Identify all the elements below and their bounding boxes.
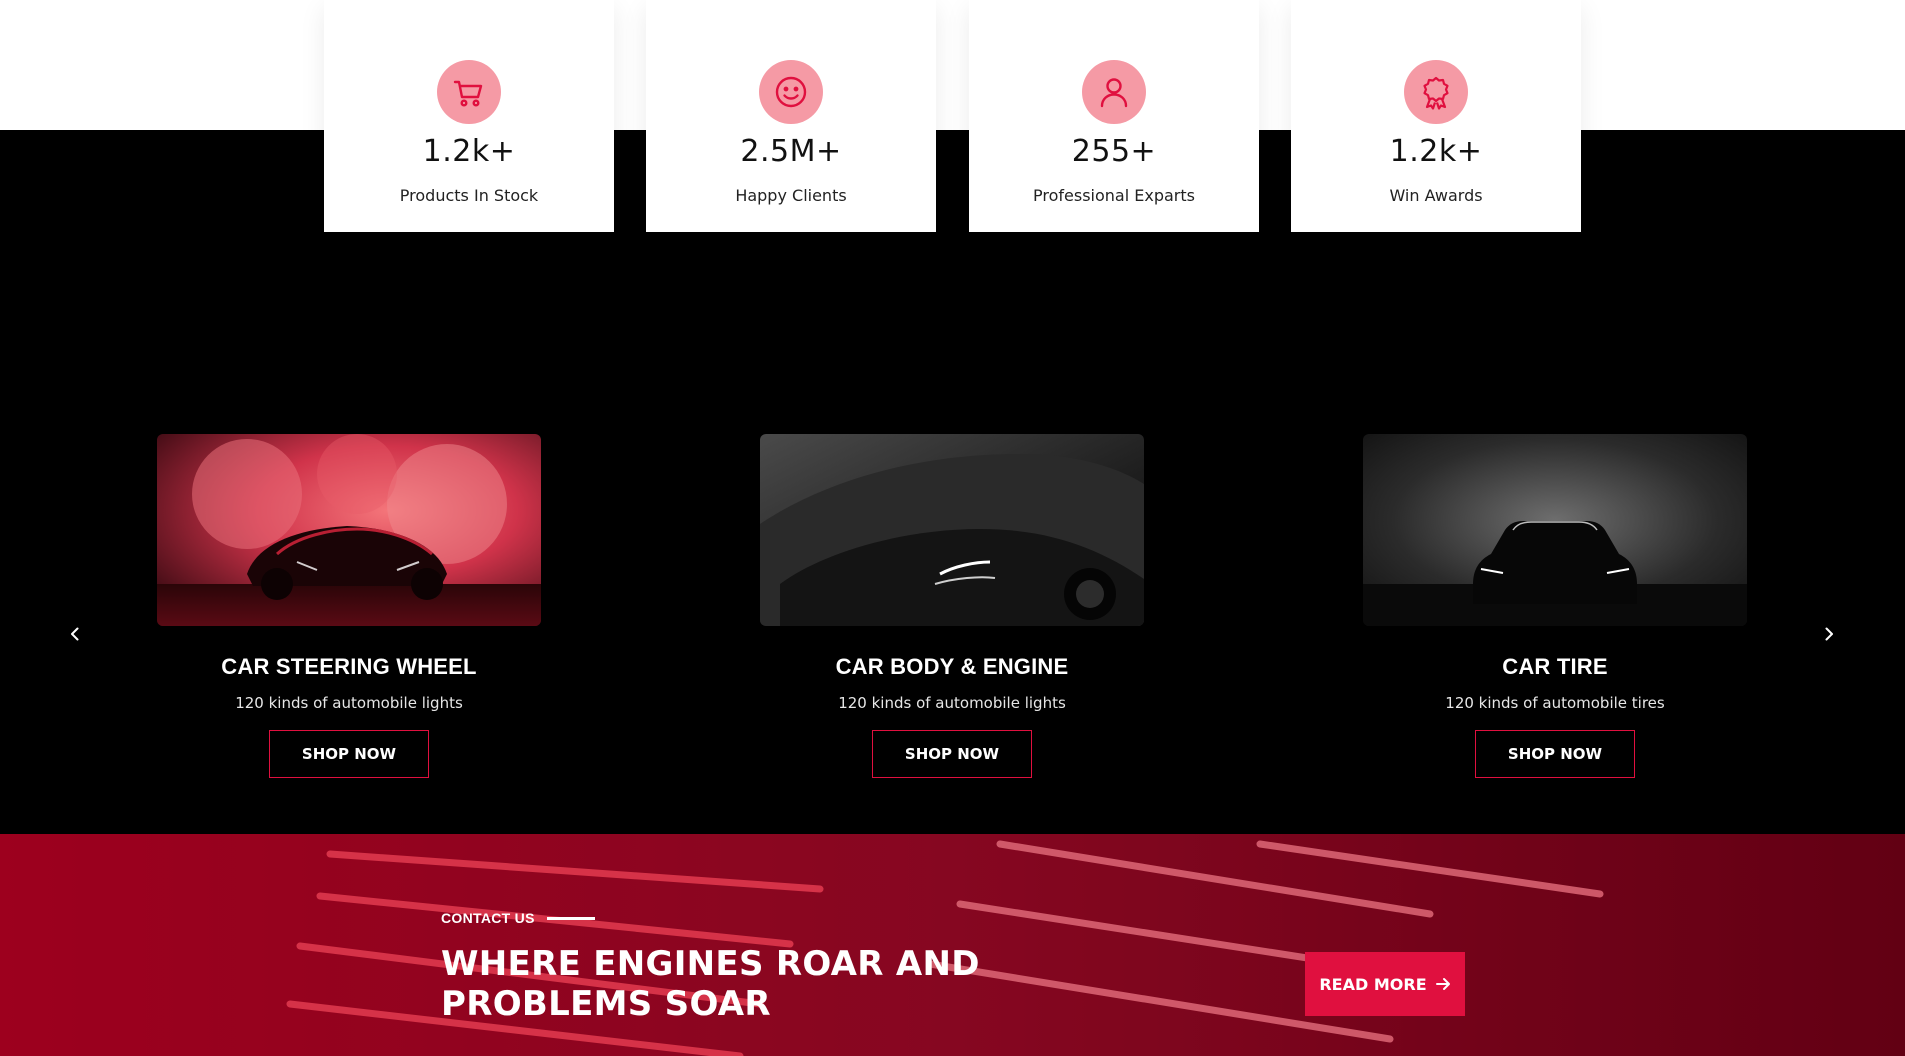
product-subtitle: 120 kinds of automobile lights <box>235 694 463 712</box>
read-more-label: READ MORE <box>1319 974 1427 994</box>
product-title: CAR STEERING WHEEL <box>221 654 477 679</box>
banner-title: WHERE ENGINES ROAR AND PROBLEMS SOAR <box>441 944 1001 1024</box>
product-title: CAR TIRE <box>1502 654 1608 679</box>
contact-kicker: CONTACT US <box>441 910 595 926</box>
banner-title-line-1: WHERE ENGINES ROAR AND <box>441 944 980 984</box>
product-subtitle: 120 kinds of automobile lights <box>838 694 1066 712</box>
stat-value: 255+ <box>1071 134 1157 169</box>
product-card: CAR BODY & ENGINE 120 kinds of automobil… <box>760 434 1144 778</box>
product-image-car-silhouette[interactable] <box>1363 434 1747 626</box>
shop-now-button[interactable]: SHOP NOW <box>269 730 429 778</box>
kicker-divider <box>546 916 595 920</box>
arrow-right-icon <box>1435 978 1450 990</box>
read-more-button[interactable]: READ MORE <box>1305 952 1465 1016</box>
stat-label: Happy Clients <box>735 186 847 205</box>
user-icon <box>1082 60 1146 124</box>
stat-card-products: 1.2k+ Products In Stock <box>324 0 614 232</box>
product-image-black-car[interactable] <box>760 434 1144 626</box>
stat-value: 2.5M+ <box>740 134 842 169</box>
award-icon <box>1404 60 1468 124</box>
product-card: CAR STEERING WHEEL 120 kinds of automobi… <box>157 434 541 778</box>
contact-kicker-label: CONTACT US <box>441 910 535 926</box>
shop-now-button[interactable]: SHOP NOW <box>1475 730 1635 778</box>
page: 1.2k+ Products In Stock 2.5M+ Happy Clie… <box>0 0 1905 1056</box>
product-title: CAR BODY & ENGINE <box>835 654 1069 679</box>
product-subtitle: 120 kinds of automobile tires <box>1445 694 1665 712</box>
stat-label: Professional Exparts <box>1033 186 1195 205</box>
stat-value: 1.2k+ <box>1389 134 1483 169</box>
cart-icon <box>437 60 501 124</box>
stat-card-awards: 1.2k+ Win Awards <box>1291 0 1581 232</box>
chevron-left-icon[interactable] <box>63 622 87 646</box>
stat-label: Products In Stock <box>399 186 539 205</box>
chevron-right-icon[interactable] <box>1817 622 1841 646</box>
shop-now-button[interactable]: SHOP NOW <box>872 730 1032 778</box>
stat-card-clients: 2.5M+ Happy Clients <box>646 0 936 232</box>
stat-card-experts: 255+ Professional Exparts <box>969 0 1259 232</box>
stat-label: Win Awards <box>1389 186 1483 205</box>
contact-banner: CONTACT US WHERE ENGINES ROAR AND PROBLE… <box>0 834 1905 1056</box>
smile-icon <box>759 60 823 124</box>
banner-title-line-2: PROBLEMS SOAR <box>441 984 771 1024</box>
top-strip <box>0 0 1905 130</box>
stat-value: 1.2k+ <box>422 134 516 169</box>
product-card: CAR TIRE 120 kinds of automobile tires S… <box>1363 434 1747 778</box>
product-image-red-supercar[interactable] <box>157 434 541 626</box>
